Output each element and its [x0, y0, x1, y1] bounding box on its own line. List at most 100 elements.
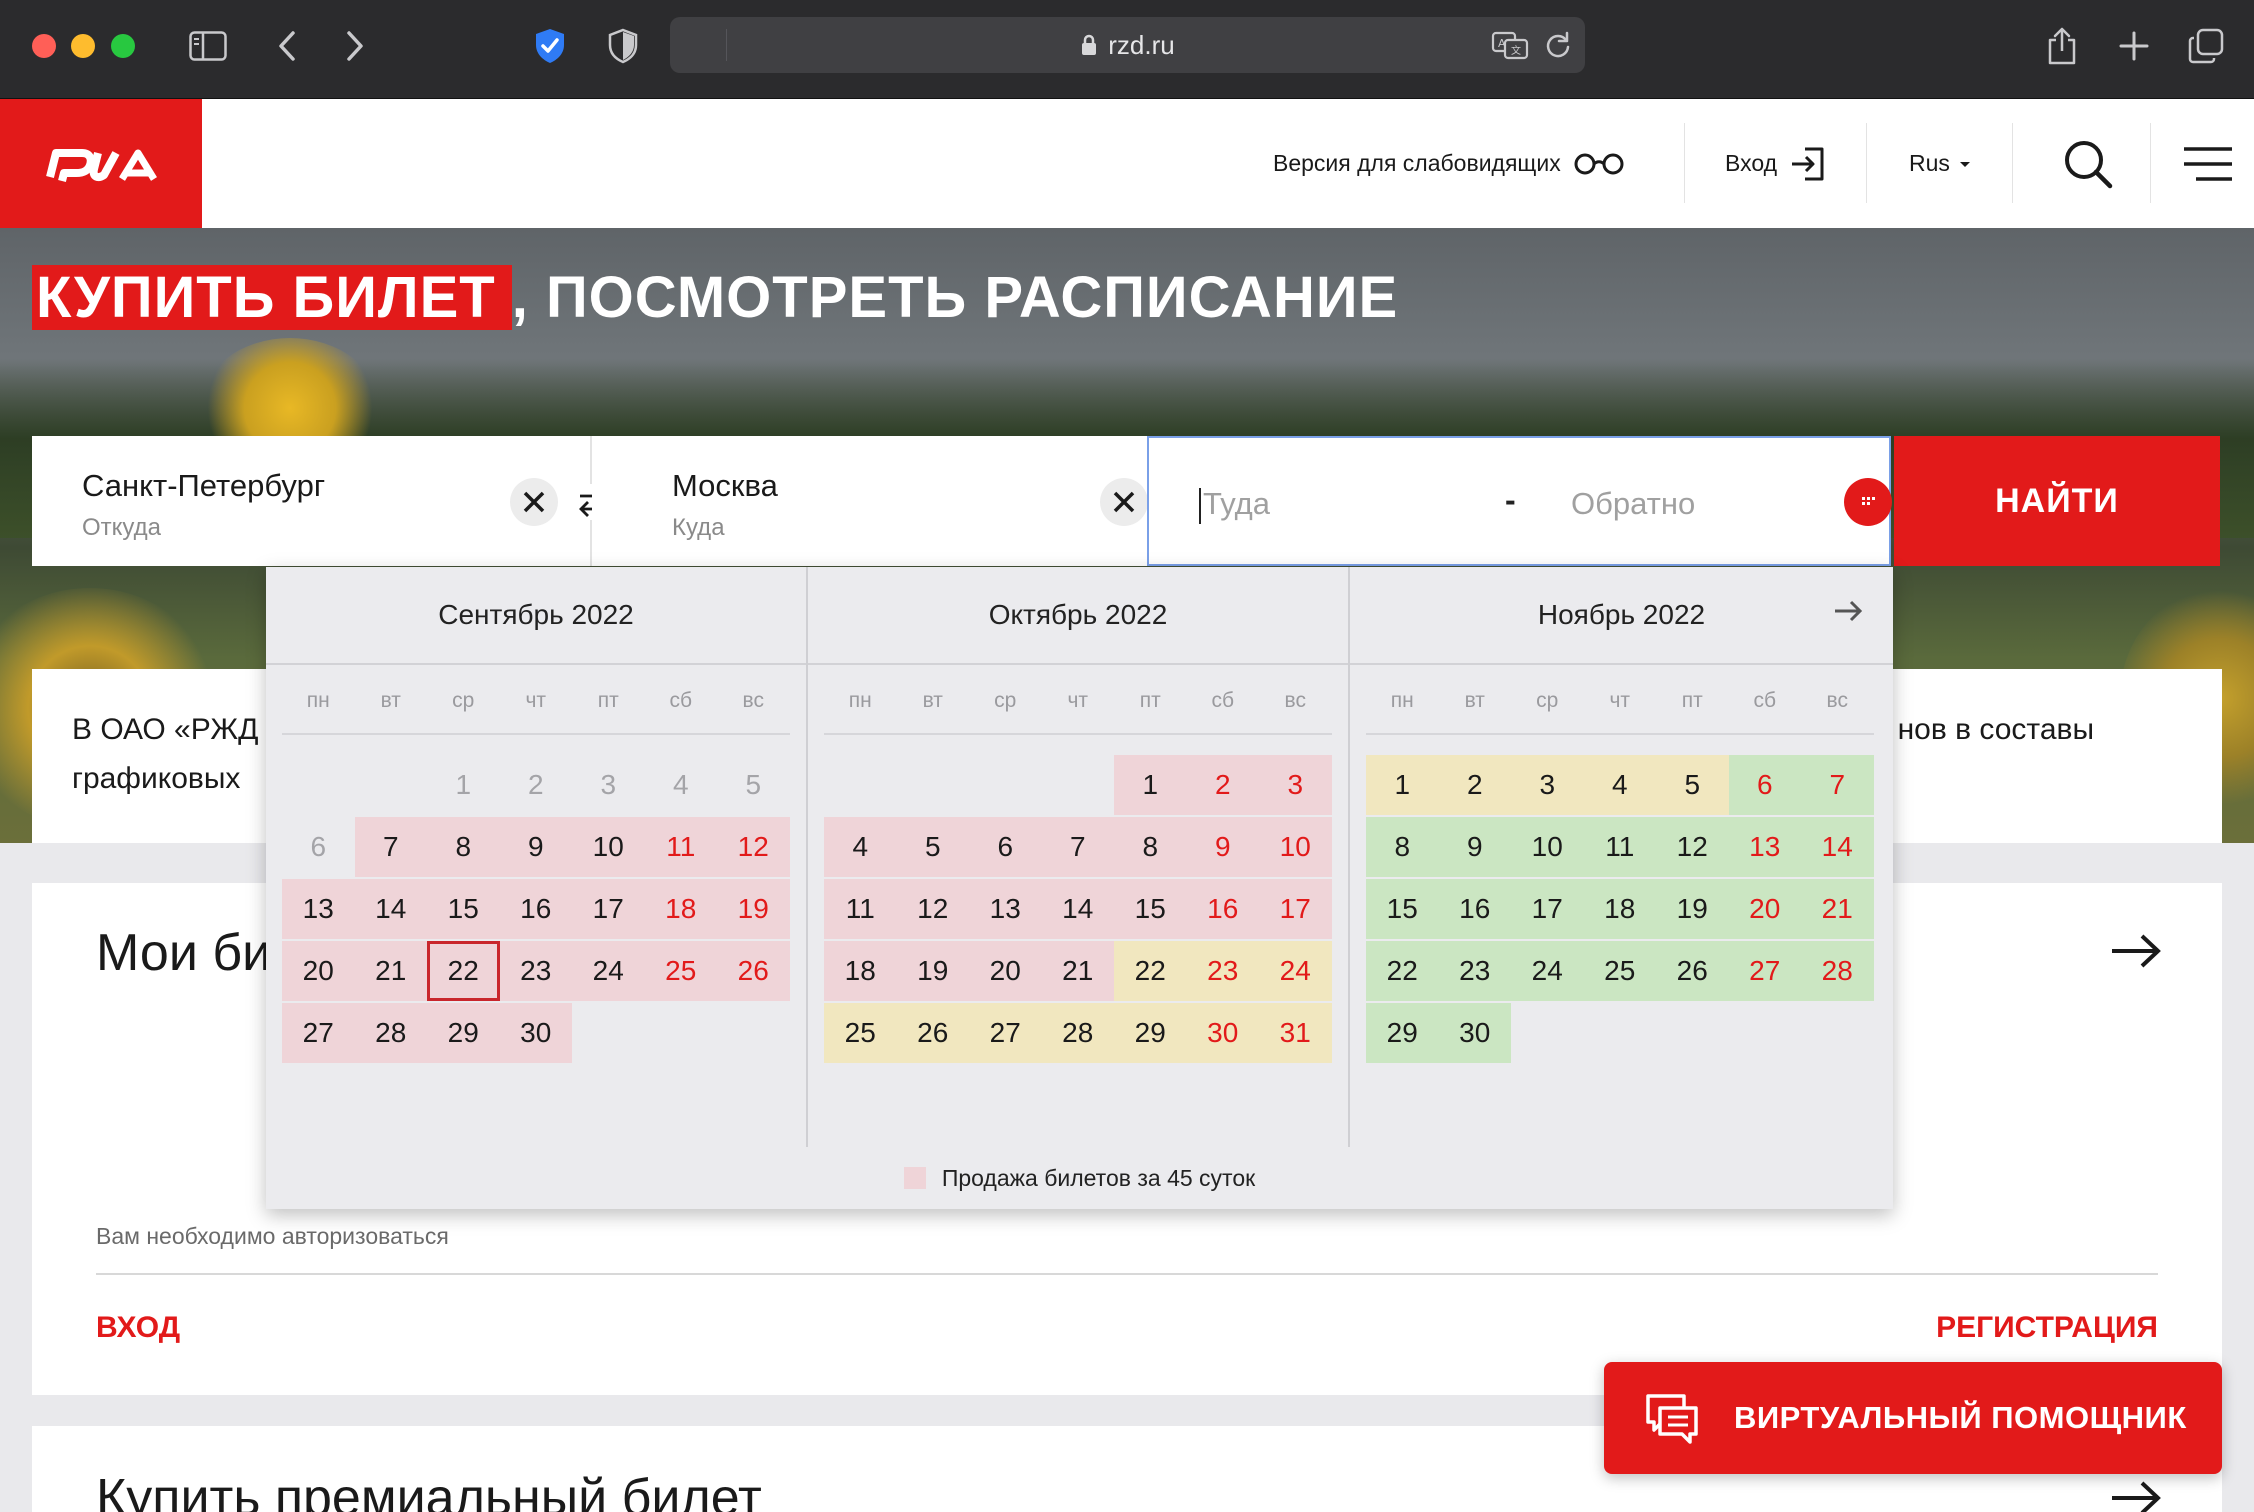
translate-icon[interactable]: A文 — [1491, 30, 1529, 60]
calendar-day[interactable]: 12 — [1656, 817, 1729, 877]
calendar-day[interactable]: 26 — [717, 941, 790, 1001]
calendar-day[interactable]: 28 — [1041, 1003, 1114, 1063]
calendar-day[interactable]: 3 — [1259, 755, 1332, 815]
calendar-day[interactable]: 4 — [824, 817, 897, 877]
return-date-input[interactable]: Обратно — [1571, 486, 1695, 522]
calendar-day[interactable]: 25 — [644, 941, 717, 1001]
calendar-day[interactable]: 27 — [282, 1003, 355, 1063]
calendar-day[interactable]: 24 — [572, 941, 645, 1001]
calendar-day[interactable]: 23 — [499, 941, 572, 1001]
privacy-icon[interactable] — [605, 24, 641, 68]
calendar-day[interactable]: 7 — [354, 817, 427, 877]
calendar-day[interactable]: 24 — [1511, 941, 1584, 1001]
calendar-day[interactable]: 28 — [354, 1003, 427, 1063]
calendar-day[interactable]: 10 — [1511, 817, 1584, 877]
calendar-day[interactable]: 29 — [1366, 1003, 1439, 1063]
calendar-day[interactable]: 15 — [1366, 879, 1439, 939]
calendar-day[interactable]: 5 — [896, 817, 969, 877]
calendar-day[interactable]: 17 — [1511, 879, 1584, 939]
calendar-day[interactable]: 18 — [824, 941, 897, 1001]
calendar-day[interactable]: 28 — [1801, 941, 1874, 1001]
find-button[interactable]: НАЙТИ — [1894, 436, 2220, 566]
calendar-day[interactable]: 25 — [824, 1003, 897, 1063]
calendar-day[interactable]: 26 — [896, 1003, 969, 1063]
login-link[interactable]: ВХОД — [96, 1311, 180, 1345]
rzd-logo[interactable] — [0, 99, 202, 228]
minimize-window-button[interactable] — [71, 34, 95, 58]
calendar-day[interactable]: 4 — [1583, 755, 1656, 815]
calendar-day[interactable]: 30 — [1438, 1003, 1511, 1063]
calendar-day[interactable]: 15 — [1114, 879, 1187, 939]
calendar-day[interactable]: 16 — [1186, 879, 1259, 939]
calendar-day[interactable]: 21 — [354, 941, 427, 1001]
calendar-day[interactable]: 11 — [1583, 817, 1656, 877]
my-tickets-title[interactable]: Мои би — [96, 923, 271, 983]
calendar-day[interactable]: 25 — [1583, 941, 1656, 1001]
clear-to-button[interactable] — [1100, 478, 1148, 526]
calendar-day[interactable]: 9 — [1186, 817, 1259, 877]
date-range-field[interactable]: Туда - Обратно — [1147, 436, 1892, 566]
calendar-day[interactable]: 19 — [896, 941, 969, 1001]
calendar-day[interactable]: 3 — [1511, 755, 1584, 815]
calendar-day[interactable]: 23 — [1186, 941, 1259, 1001]
arrow-right-icon[interactable] — [2110, 933, 2162, 974]
calendar-day[interactable]: 10 — [572, 817, 645, 877]
calendar-day[interactable]: 7 — [1041, 817, 1114, 877]
calendar-day-today[interactable]: 22 — [427, 941, 500, 1001]
address-bar[interactable]: rzd.ru A文 — [670, 17, 1585, 73]
calendar-day[interactable]: 13 — [969, 879, 1042, 939]
calendar-day[interactable]: 29 — [1114, 1003, 1187, 1063]
calendar-day[interactable]: 20 — [282, 941, 355, 1001]
calendar-day[interactable]: 9 — [499, 817, 572, 877]
calendar-day[interactable]: 23 — [1438, 941, 1511, 1001]
back-icon[interactable] — [272, 24, 302, 68]
clear-from-button[interactable] — [510, 478, 558, 526]
calendar-day[interactable]: 1 — [1114, 755, 1187, 815]
arrow-right-icon[interactable] — [2110, 1480, 2162, 1512]
close-window-button[interactable] — [32, 34, 56, 58]
calendar-day[interactable]: 27 — [1728, 941, 1801, 1001]
calendar-day[interactable]: 6 — [969, 817, 1042, 877]
calendar-day[interactable]: 9 — [1438, 817, 1511, 877]
calendar-day[interactable]: 29 — [427, 1003, 500, 1063]
calendar-day[interactable]: 14 — [1801, 817, 1874, 877]
calendar-day[interactable]: 21 — [1041, 941, 1114, 1001]
calendar-day[interactable]: 12 — [896, 879, 969, 939]
calendar-day[interactable]: 11 — [824, 879, 897, 939]
new-tab-icon[interactable] — [2116, 24, 2152, 68]
calendar-day[interactable]: 30 — [499, 1003, 572, 1063]
calendar-day[interactable]: 26 — [1656, 941, 1729, 1001]
tabs-overview-icon[interactable] — [2186, 24, 2226, 68]
calendar-day[interactable]: 20 — [969, 941, 1042, 1001]
calendar-day[interactable]: 16 — [1438, 879, 1511, 939]
calendar-day[interactable]: 2 — [1186, 755, 1259, 815]
next-month-button[interactable] — [1833, 599, 1863, 628]
calendar-day[interactable]: 21 — [1801, 879, 1874, 939]
departure-date-input[interactable]: Туда — [1203, 486, 1270, 522]
calendar-day[interactable]: 19 — [717, 879, 790, 939]
search-button[interactable] — [2062, 99, 2114, 228]
header-login-link[interactable]: Вход — [1725, 99, 1827, 228]
forward-icon[interactable] — [340, 24, 370, 68]
calendar-day[interactable]: 10 — [1259, 817, 1332, 877]
sidebar-icon[interactable] — [186, 24, 230, 68]
calendar-day[interactable]: 8 — [1114, 817, 1187, 877]
calendar-day[interactable]: 5 — [1656, 755, 1729, 815]
calendar-day[interactable]: 2 — [1438, 755, 1511, 815]
calendar-day[interactable]: 27 — [969, 1003, 1042, 1063]
calendar-day[interactable]: 14 — [354, 879, 427, 939]
calendar-day[interactable]: 15 — [427, 879, 500, 939]
calendar-day[interactable]: 13 — [282, 879, 355, 939]
calendar-day[interactable]: 1 — [1366, 755, 1439, 815]
calendar-day[interactable]: 31 — [1259, 1003, 1332, 1063]
zoom-window-button[interactable] — [111, 34, 135, 58]
menu-button[interactable] — [2184, 99, 2232, 228]
calendar-day[interactable]: 12 — [717, 817, 790, 877]
from-field[interactable]: Санкт-Петербург Откуда — [32, 436, 590, 566]
share-icon[interactable] — [2044, 24, 2080, 68]
calendar-day[interactable]: 16 — [499, 879, 572, 939]
calendar-day[interactable]: 18 — [644, 879, 717, 939]
calendar-day[interactable]: 6 — [1728, 755, 1801, 815]
calendar-day[interactable]: 20 — [1728, 879, 1801, 939]
calendar-day[interactable]: 30 — [1186, 1003, 1259, 1063]
